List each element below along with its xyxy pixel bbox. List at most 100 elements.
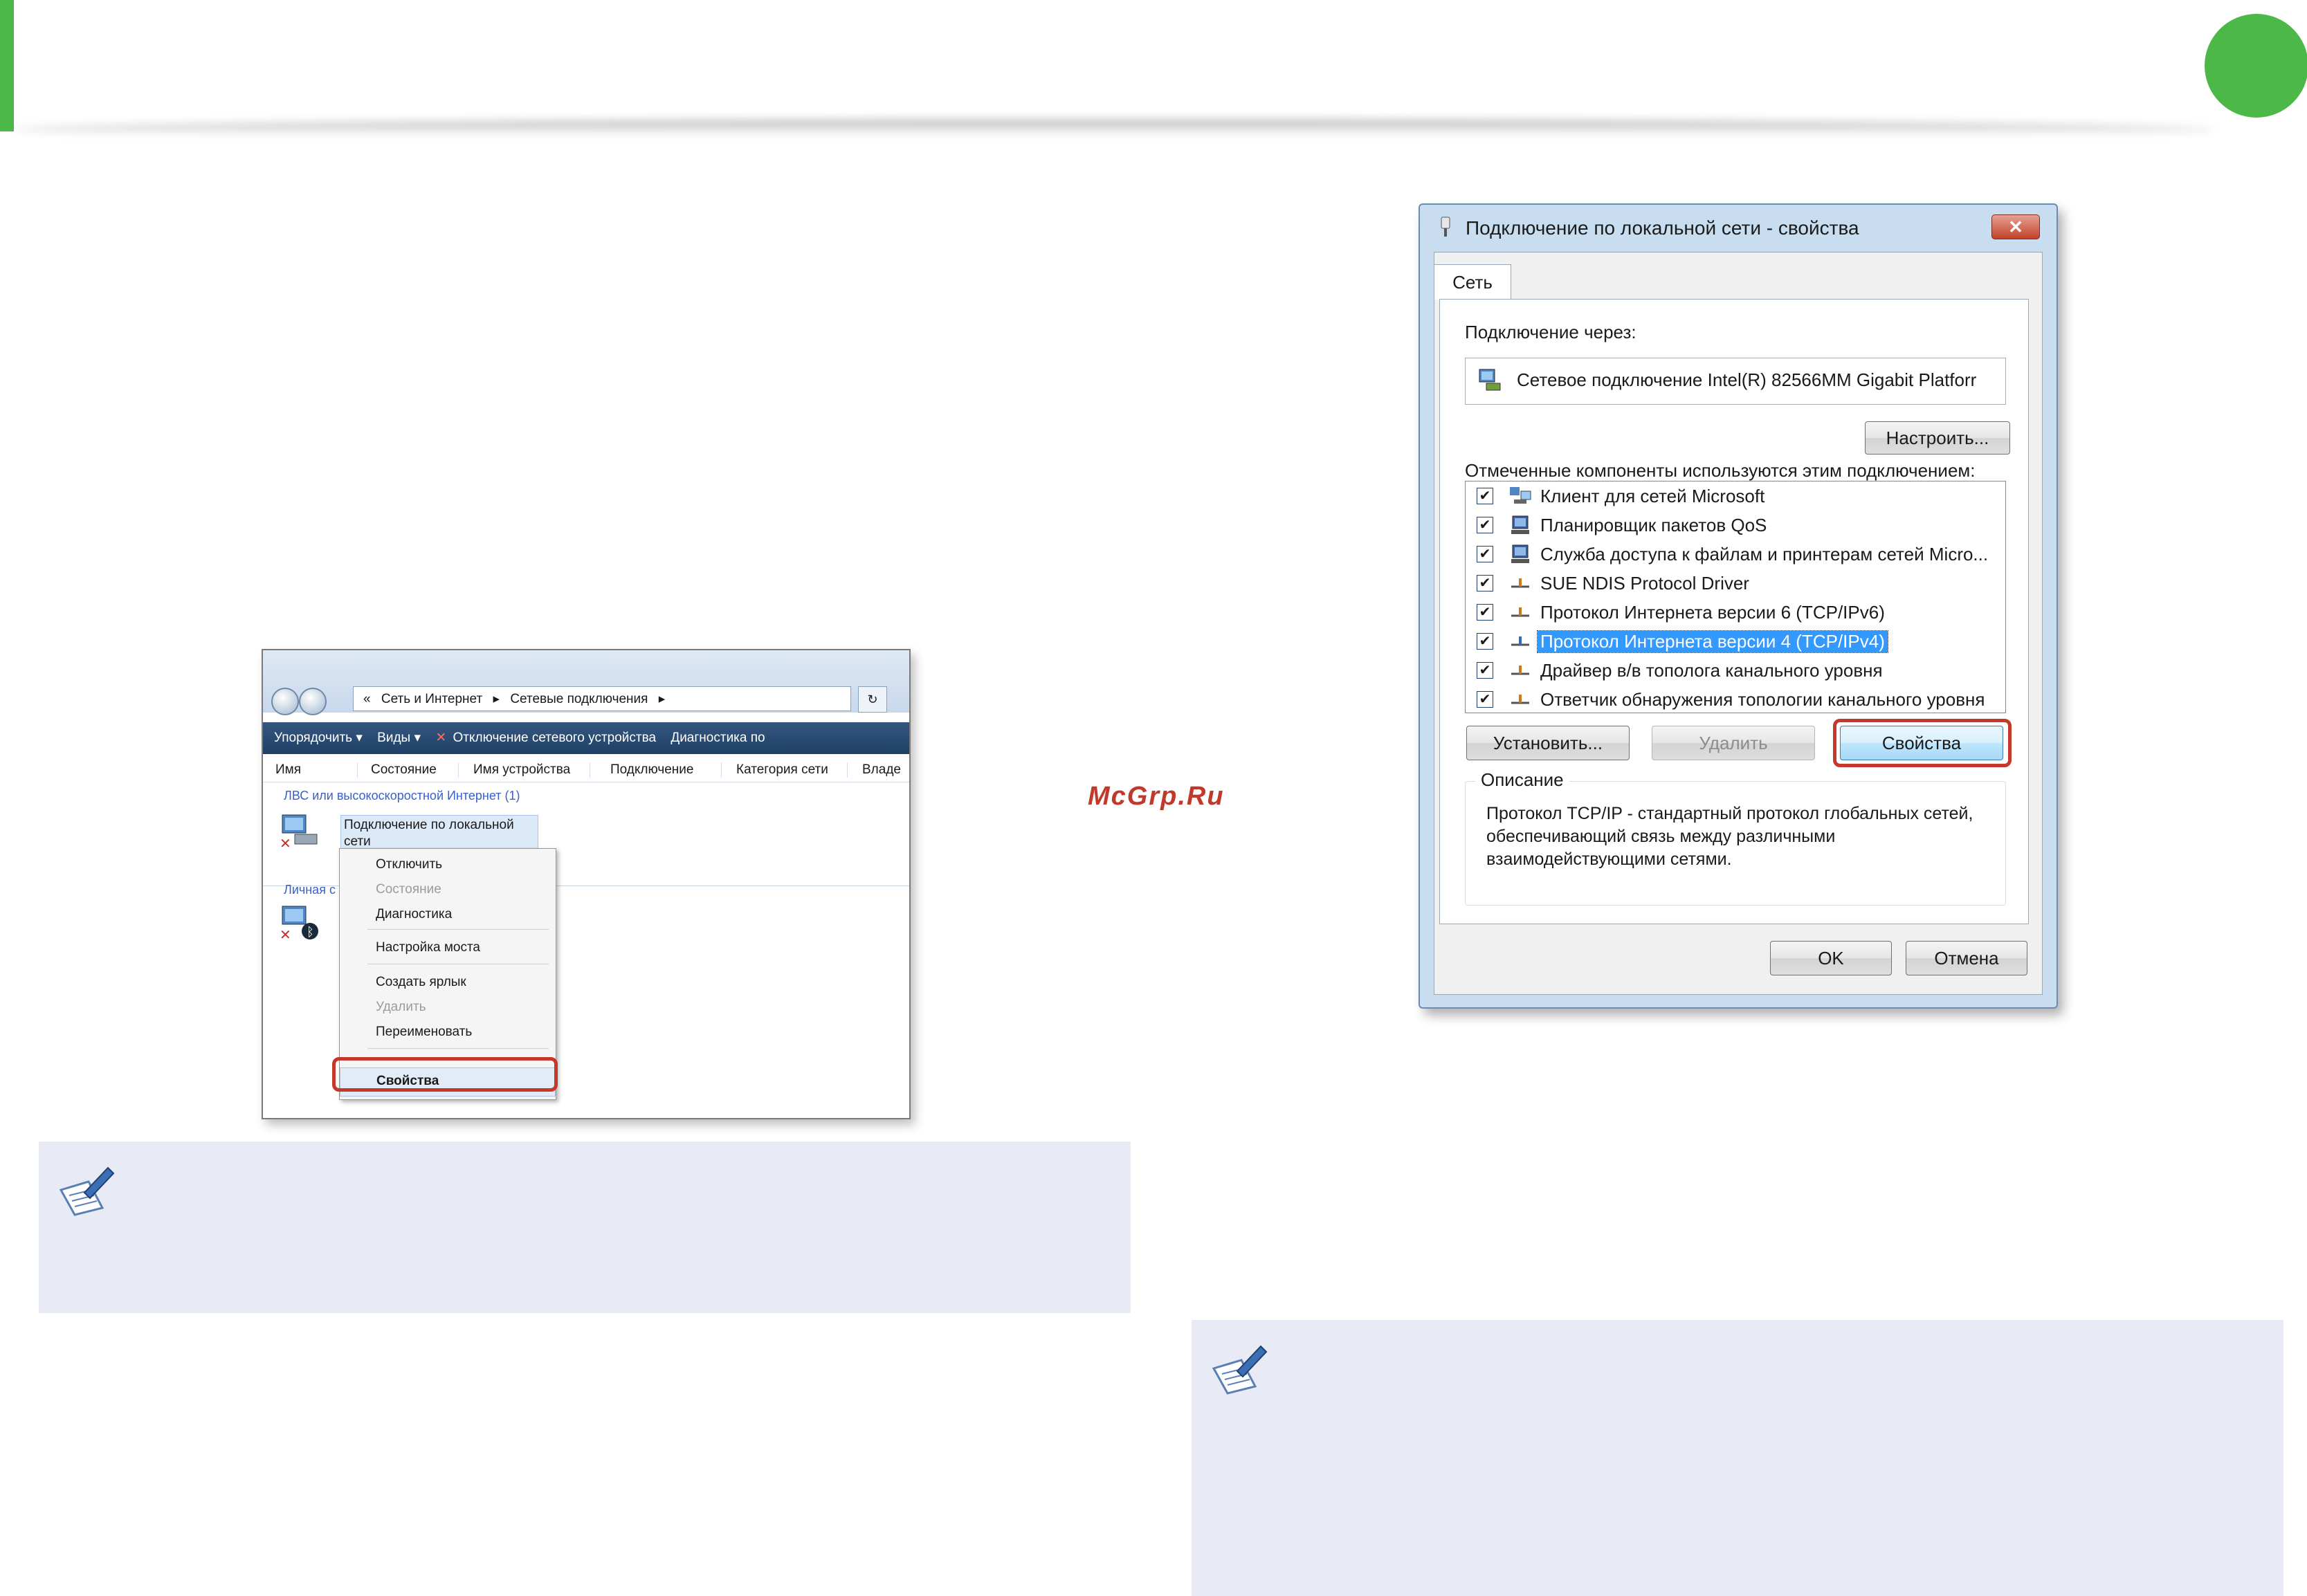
- component-row[interactable]: ✔ Протокол Интернета версии 6 (TCP/IPv6): [1466, 598, 2005, 627]
- breadcrumb-arrow: ▸: [658, 692, 666, 706]
- service-icon: [1511, 544, 1529, 563]
- component-row[interactable]: ✔ Ответчик обнаружения топологии канальн…: [1466, 685, 2005, 713]
- menu-item-disconnect[interactable]: Отключить: [376, 857, 442, 872]
- network-adapter-icon: [1479, 369, 1501, 391]
- column-headers: Имя Состояние Имя устройства Подключение…: [263, 758, 909, 782]
- adapter-field: Сетевое подключение Intel(R) 82566MM Gig…: [1465, 358, 2006, 405]
- protocol-icon: [1511, 607, 1529, 617]
- component-row[interactable]: ✔ Драйвер в/в тополога канального уровня: [1466, 656, 2005, 685]
- component-row[interactable]: ✔ Служба доступа к файлам и принтерам се…: [1466, 540, 2005, 569]
- column-status[interactable]: Состояние: [371, 762, 459, 778]
- svg-text:✕: ✕: [280, 835, 291, 850]
- adapter-name: Сетевое подключение Intel(R) 82566MM Gig…: [1517, 369, 1977, 390]
- description-group: Описание Протокол TCP/IP - стандартный п…: [1465, 769, 2006, 906]
- note-pencil-icon: [1212, 1345, 1268, 1395]
- menu-separator: [367, 929, 549, 930]
- install-button[interactable]: Установить...: [1466, 726, 1630, 760]
- components-list: ✔ Клиент для сетей Microsoft ✔ Планировщ…: [1465, 481, 2006, 713]
- group-header-personal: Личная с: [284, 883, 336, 897]
- network-adapter-icon: ✕: [280, 814, 318, 850]
- component-row[interactable]: ✔ Планировщик пакетов QoS: [1466, 511, 2005, 540]
- network-connections-window: « Сеть и Интернет ▸ Сетевые подключения …: [262, 649, 911, 1119]
- uninstall-button: Удалить: [1652, 726, 1815, 760]
- menu-item-create-shortcut[interactable]: Создать ярлык: [376, 975, 466, 990]
- protocol-icon: [1511, 695, 1529, 704]
- service-icon: [1511, 515, 1529, 534]
- dialog-title: Подключение по локальной сети - свойства: [1466, 217, 1859, 239]
- address-bar-area: « Сеть и Интернет ▸ Сетевые подключения …: [263, 650, 909, 715]
- page-marker-dot: [2205, 14, 2307, 118]
- component-row-selected[interactable]: ✔ Протокол Интернета версии 4 (TCP/IPv4): [1466, 627, 2005, 656]
- svg-text:ᛒ: ᛒ: [307, 925, 314, 939]
- network-client-icon: [1510, 487, 1531, 504]
- breadcrumb-network-connections[interactable]: Сетевые подключения: [510, 692, 648, 706]
- component-checkbox[interactable]: ✔: [1477, 488, 1493, 504]
- svg-text:✕: ✕: [280, 926, 291, 941]
- component-checkbox[interactable]: ✔: [1477, 575, 1493, 591]
- diagnose-button[interactable]: Диагностика по: [671, 731, 765, 745]
- component-checkbox[interactable]: ✔: [1477, 633, 1493, 650]
- header-accent-bar: [0, 0, 14, 131]
- component-checkbox[interactable]: ✔: [1477, 691, 1493, 708]
- component-checkbox[interactable]: ✔: [1477, 517, 1493, 533]
- column-category[interactable]: Категория сети: [736, 762, 848, 778]
- disable-device-icon: ✕: [435, 731, 447, 745]
- tab-network[interactable]: Сеть: [1434, 264, 1511, 300]
- command-toolbar: Упорядочить ▾ Виды ▾ ✕ Отключение сетево…: [263, 722, 909, 754]
- component-name: Протокол Интернета версии 4 (TCP/IPv4): [1537, 630, 1888, 653]
- connect-via-label: Подключение через:: [1465, 322, 1636, 342]
- disable-device-button[interactable]: Отключение сетевого устройства: [453, 731, 657, 745]
- component-name: Служба доступа к файлам и принтерам сете…: [1540, 544, 1989, 565]
- menu-item-bridge[interactable]: Настройка моста: [376, 940, 480, 955]
- protocol-icon: [1511, 578, 1529, 588]
- column-owner[interactable]: Владе: [862, 762, 909, 778]
- organize-menu[interactable]: Упорядочить ▾: [274, 731, 363, 745]
- group-header-lan: ЛВС или высокоскоростной Интернет (1): [284, 789, 520, 802]
- protocol-icon: [1511, 636, 1529, 646]
- component-checkbox[interactable]: ✔: [1477, 546, 1493, 562]
- column-connection[interactable]: Подключение: [610, 762, 722, 778]
- highlight-ring: [1833, 719, 2012, 767]
- highlight-ring: [332, 1057, 558, 1092]
- close-button[interactable]: ✕: [1991, 214, 2040, 239]
- breadcrumb-arrow: ▸: [493, 692, 500, 706]
- protocol-icon: [1511, 666, 1529, 675]
- description-legend: Описание: [1475, 769, 1569, 791]
- connection-plug-icon: [1441, 217, 1450, 237]
- component-name: Ответчик обнаружения топологии канальног…: [1540, 689, 1985, 710]
- menu-item-delete: Удалить: [376, 1000, 426, 1014]
- component-name: SUE NDIS Protocol Driver: [1540, 573, 1749, 594]
- lan-connection-item[interactable]: Подключение по локальной сети: [340, 815, 538, 852]
- header-divider: [14, 119, 2214, 140]
- component-name: Протокол Интернета версии 6 (TCP/IPv6): [1540, 602, 1885, 623]
- refresh-icon[interactable]: ↻: [858, 686, 887, 713]
- column-device[interactable]: Имя устройства: [473, 762, 590, 778]
- views-menu[interactable]: Виды ▾: [377, 731, 421, 745]
- network-tab-panel: Подключение через: Сетевое подключение I…: [1439, 299, 2029, 924]
- breadcrumb-network-internet[interactable]: Сеть и Интернет: [381, 692, 482, 706]
- component-row[interactable]: ✔ SUE NDIS Protocol Driver: [1466, 569, 2005, 598]
- ok-button[interactable]: OK: [1770, 941, 1892, 975]
- menu-item-diagnostics[interactable]: Диагностика: [376, 907, 452, 922]
- column-name[interactable]: Имя: [275, 762, 358, 778]
- menu-separator: [367, 1048, 549, 1049]
- component-name: Драйвер в/в тополога канального уровня: [1540, 660, 1883, 681]
- description-text: Протокол TCP/IP - стандартный протокол г…: [1486, 804, 1973, 869]
- back-button[interactable]: [271, 688, 299, 715]
- menu-item-status: Состояние: [376, 882, 441, 897]
- component-checkbox[interactable]: ✔: [1477, 604, 1493, 621]
- address-field[interactable]: « Сеть и Интернет ▸ Сетевые подключения …: [353, 686, 851, 711]
- component-checkbox[interactable]: ✔: [1477, 662, 1493, 679]
- bluetooth-adapter-icon: ᛒ ✕: [280, 906, 318, 941]
- configure-button[interactable]: Настроить...: [1865, 421, 2010, 455]
- note-box-right: [1192, 1320, 2283, 1596]
- note-pencil-icon: [59, 1166, 115, 1216]
- menu-item-rename[interactable]: Переименовать: [376, 1025, 472, 1040]
- component-name: Планировщик пакетов QoS: [1540, 515, 1767, 535]
- note-box-left: [39, 1141, 1131, 1313]
- component-row[interactable]: ✔ Клиент для сетей Microsoft: [1466, 481, 2005, 511]
- forward-button[interactable]: [299, 688, 327, 715]
- cancel-button[interactable]: Отмена: [1906, 941, 2027, 975]
- watermark: McGrp.Ru: [1088, 782, 1225, 811]
- components-label: Отмеченные компоненты используются этим …: [1465, 460, 1976, 481]
